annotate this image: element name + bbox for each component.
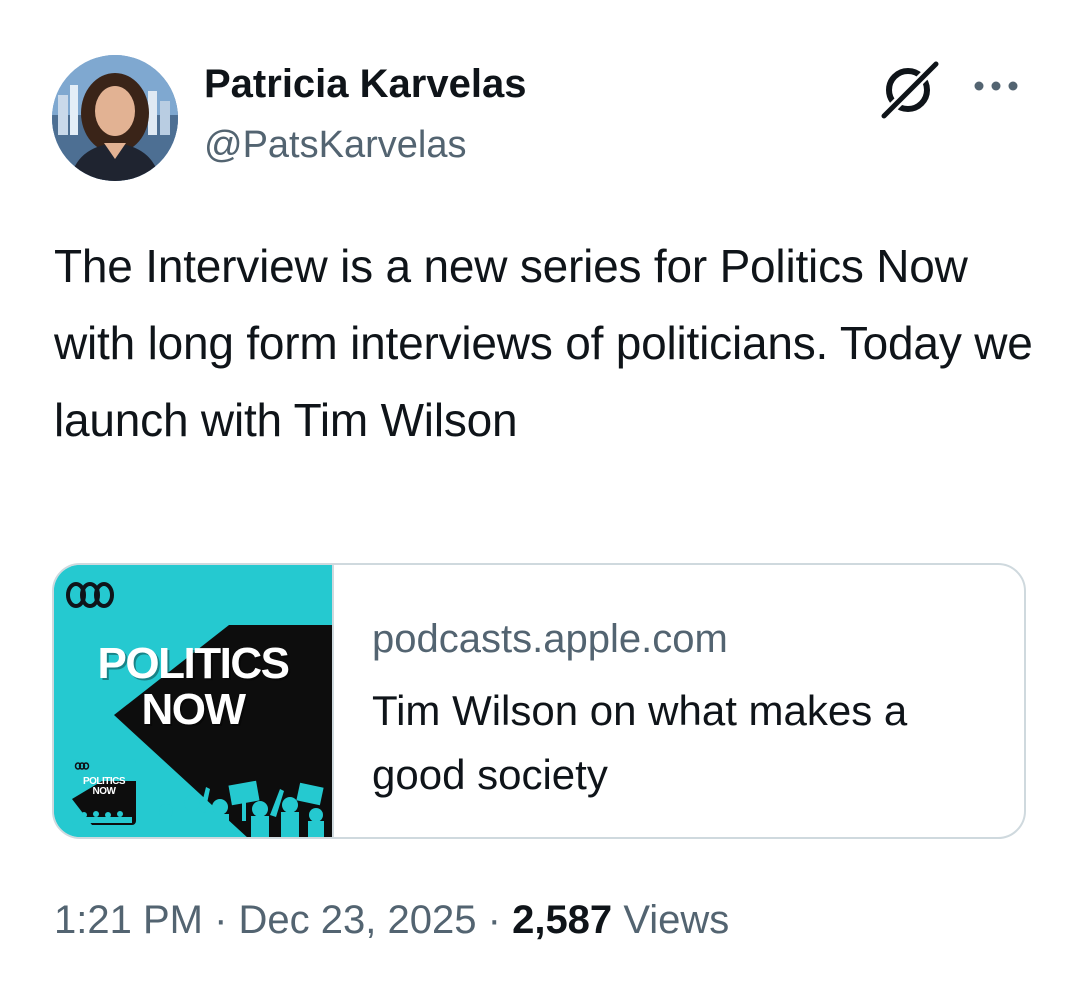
mini-logo-line2: NOW (92, 786, 116, 797)
views-count[interactable]: 2,587 (512, 898, 612, 942)
tweet-text: The Interview is a new series for Politi… (54, 240, 1033, 446)
more-options-button[interactable] (966, 66, 1026, 106)
avatar[interactable] (52, 55, 178, 181)
link-preview-card[interactable]: POLITICS NOW POLITICS NOW podcasts.apple… (52, 563, 1026, 839)
views-label: Views (623, 898, 730, 942)
user-handle[interactable]: @PatsKarvelas (204, 124, 466, 167)
thumbnail-title-line1: POLITICS (97, 639, 290, 688)
mini-podcast-logo: POLITICS NOW (72, 759, 136, 825)
mini-logo-text: POLITICS NOW (76, 777, 132, 797)
more-icon (974, 81, 1018, 91)
thumbnail-title-line2: NOW (141, 685, 246, 734)
tweet-meta: 1:21 PM · Dec 23, 2025 · 2,587 Views (54, 898, 729, 943)
display-name[interactable]: Patricia Karvelas (204, 62, 526, 107)
card-divider (332, 565, 334, 837)
tweet-time[interactable]: 1:21 PM (54, 898, 203, 942)
card-domain: podcasts.apple.com (372, 617, 728, 661)
avatar-photo (52, 55, 178, 181)
tweet-date[interactable]: Dec 23, 2025 (239, 898, 477, 942)
podcast-thumbnail: POLITICS NOW POLITICS NOW (54, 565, 332, 837)
meta-separator: · (487, 898, 501, 942)
meta-separator: · (214, 898, 228, 942)
grok-button[interactable] (874, 58, 946, 121)
card-title: Tim Wilson on what makes a good society (372, 687, 908, 798)
grok-icon (879, 59, 941, 121)
thumbnail-title: POLITICS NOW (54, 641, 332, 733)
